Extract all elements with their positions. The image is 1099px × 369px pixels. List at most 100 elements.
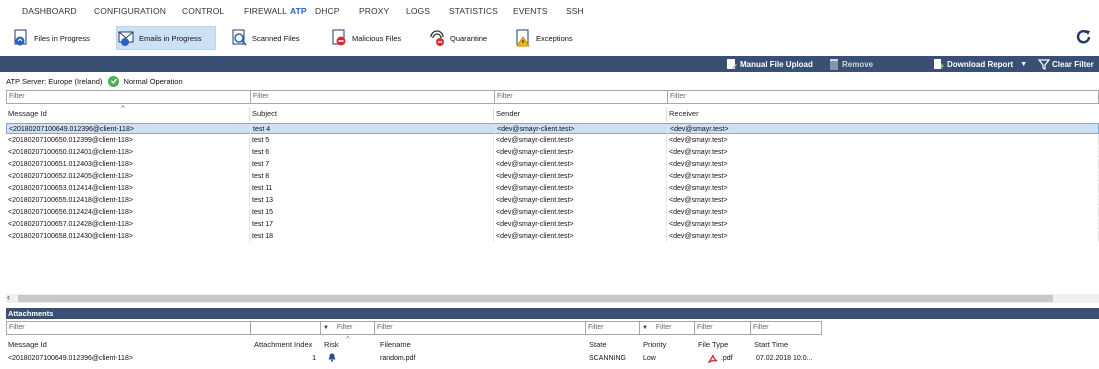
column-sender[interactable]: Sender	[494, 107, 667, 121]
nav-events[interactable]: EVENTS	[513, 6, 566, 16]
quarantine-button[interactable]: Quarantine	[428, 26, 500, 50]
row-subject: test 11	[250, 183, 494, 194]
nav-atp[interactable]: ATP	[290, 6, 315, 16]
att-column-message-id[interactable]: Message Id	[6, 338, 250, 352]
row-message-id: <20180207100650.012399@client-118>	[6, 135, 250, 146]
malicious-files-label: Malicious Files	[352, 33, 402, 43]
manual-upload-button[interactable]: Manual File Upload	[726, 56, 813, 72]
row-message-id: <20180207100649.012396@client-118>	[7, 124, 251, 135]
server-status: ATP Server: Europe (Ireland) Normal Oper…	[6, 75, 183, 87]
filter-icon	[1037, 58, 1051, 70]
table-row[interactable]: <20180207100656.012424@client-118> test 1…	[6, 207, 1099, 218]
horizontal-scrollbar[interactable]: ‹	[6, 292, 1099, 303]
nav-statistics[interactable]: STATISTICS	[449, 6, 513, 16]
att-priority: Low	[643, 355, 656, 362]
row-sender: <dev@smayr-client.test>	[494, 135, 667, 146]
exceptions-icon	[514, 29, 532, 47]
scroll-left-icon[interactable]: ‹	[7, 292, 10, 302]
att-column-file-type[interactable]: File Type	[694, 338, 750, 352]
att-file-type: .pdf	[694, 353, 750, 364]
att-start-time: 07.02.2018 10:0...	[756, 355, 813, 362]
row-subject: test 5	[250, 135, 494, 146]
clear-filter-button[interactable]: Clear Filter	[1037, 56, 1094, 72]
nav-dhcp[interactable]: DHCP	[315, 6, 359, 16]
remove-button[interactable]: Remove	[828, 56, 873, 72]
row-subject: test 15	[250, 207, 494, 218]
row-sender: <dev@smayr-client.test>	[494, 183, 667, 194]
row-subject: test 4	[251, 124, 495, 135]
quarantine-label: Quarantine	[450, 33, 488, 43]
row-subject: test 6	[250, 147, 494, 158]
table-row[interactable]: <20180207100655.012418@client-118> test 1…	[6, 195, 1099, 206]
row-sender: <dev@smayr-client.test>	[495, 124, 668, 135]
att-column-priority[interactable]: Priority	[639, 338, 694, 352]
bell-icon	[328, 353, 336, 364]
nav-proxy[interactable]: PROXY	[359, 6, 406, 16]
att-column-start-time[interactable]: Start Time	[750, 338, 822, 352]
scrollbar-thumb[interactable]	[18, 295, 1053, 302]
nav-dashboard[interactable]: DASHBOARD	[22, 6, 94, 16]
nav-configuration[interactable]: CONFIGURATION	[94, 6, 182, 16]
row-receiver: <dev@smayr.test>	[667, 159, 1099, 170]
att-filter-priority-label: Filter	[655, 324, 672, 331]
emails-in-progress-button[interactable]: Emails in Progress	[116, 26, 216, 50]
trash-icon	[828, 58, 840, 70]
table-row[interactable]: <20180207100649.012396@client-118> test 4…	[6, 123, 1099, 135]
att-column-index[interactable]: Attachment Index	[250, 338, 320, 352]
att-filter-file-type[interactable]: Filter	[694, 321, 750, 335]
nav-control[interactable]: CONTROL	[182, 6, 244, 16]
report-icon	[933, 58, 945, 70]
column-subject[interactable]: Subject	[250, 107, 494, 121]
row-message-id: <20180207100655.012418@client-118>	[6, 195, 250, 206]
att-filter-index[interactable]	[250, 321, 320, 335]
row-subject: test 17	[250, 219, 494, 230]
row-sender: <dev@smayr-client.test>	[494, 147, 667, 158]
files-in-progress-button[interactable]: Files in Progress	[12, 26, 104, 50]
scanned-files-button[interactable]: Scanned Files	[230, 26, 310, 50]
att-column-state[interactable]: State	[585, 338, 639, 352]
att-filter-filename[interactable]: Filter	[374, 321, 585, 335]
exceptions-button[interactable]: Exceptions	[514, 26, 584, 50]
action-bar: Manual File Upload Remove Download Repor…	[0, 56, 1099, 72]
filter-message-id[interactable]: Filter	[6, 90, 250, 104]
att-filter-message-id[interactable]: Filter	[6, 321, 250, 335]
row-receiver: <dev@smayr.test>	[667, 135, 1099, 146]
nav-logs[interactable]: LOGS	[406, 6, 449, 16]
table-row[interactable]: <20180207100651.012403@client-118> test 7…	[6, 159, 1099, 170]
filter-subject[interactable]: Filter	[250, 90, 494, 104]
row-receiver: <dev@smayr.test>	[667, 171, 1099, 182]
column-message-id[interactable]: Message Id ^	[6, 104, 250, 121]
table-row[interactable]: <20180207100657.012428@client-118> test 1…	[6, 219, 1099, 230]
table-row[interactable]: <20180207100652.012405@client-118> test 8…	[6, 171, 1099, 182]
files-in-progress-label: Files in Progress	[34, 33, 90, 43]
att-column-risk-label: Risk	[324, 340, 339, 349]
download-report-button[interactable]: Download Report ▼	[933, 56, 1027, 72]
dropdown-arrow-icon: ▼	[1020, 60, 1028, 68]
exceptions-label: Exceptions	[536, 33, 573, 43]
row-message-id: <20180207100656.012424@client-118>	[6, 207, 250, 218]
filter-receiver[interactable]: Filter	[667, 90, 1099, 104]
table-row[interactable]: <20180207100650.012401@client-118> test 6…	[6, 147, 1099, 158]
table-row[interactable]: <20180207100653.012414@client-118> test 1…	[6, 183, 1099, 194]
remove-label: Remove	[842, 59, 874, 69]
filter-sender[interactable]: Filter	[494, 90, 667, 104]
table-row[interactable]: <20180207100650.012399@client-118> test 5…	[6, 135, 1099, 146]
row-receiver: <dev@smayr.test>	[668, 124, 1099, 135]
att-column-risk[interactable]: Risk ^	[320, 334, 374, 352]
att-filter-start-time[interactable]: Filter	[750, 321, 822, 335]
clear-filter-label: Clear Filter	[1052, 59, 1094, 69]
header-row: Message Id ^ Subject Sender Receiver	[6, 104, 1099, 121]
att-column-filename[interactable]: Filename	[374, 338, 585, 352]
row-receiver: <dev@smayr.test>	[667, 183, 1099, 194]
row-receiver: <dev@smayr.test>	[667, 147, 1099, 158]
refresh-icon[interactable]	[1075, 28, 1093, 46]
manual-upload-label: Manual File Upload	[740, 59, 813, 69]
nav-ssh[interactable]: SSH	[566, 6, 596, 16]
att-filter-state[interactable]: Filter	[585, 321, 639, 335]
row-receiver: <dev@smayr.test>	[667, 219, 1099, 230]
column-receiver[interactable]: Receiver	[667, 107, 1099, 121]
att-filter-priority[interactable]: ▼ Filter	[639, 321, 694, 335]
table-row[interactable]: <20180207100658.012430@client-118> test 1…	[6, 231, 1099, 242]
nav-firewall[interactable]: FIREWALL	[244, 6, 290, 16]
malicious-files-button[interactable]: Malicious Files	[330, 26, 410, 50]
